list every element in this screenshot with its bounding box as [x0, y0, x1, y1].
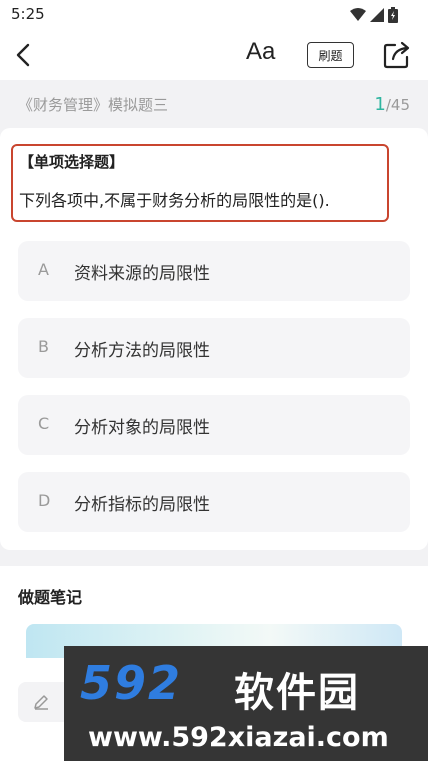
share-button[interactable] [381, 39, 413, 71]
question-progress: 1/45 [374, 94, 410, 115]
status-icons [350, 7, 398, 23]
watermark-overlay: 592 软件园 www.592xiazai.com [64, 646, 428, 761]
option-letter: C [38, 414, 50, 433]
question-type: 【单项选择题】 [19, 153, 125, 171]
option-text: 分析对象的局限性 [74, 418, 210, 438]
option-text: 分析方法的局限性 [74, 341, 210, 361]
watermark-logo: 592 [80, 656, 183, 710]
font-size-button[interactable]: Aa [246, 38, 275, 66]
option-a[interactable]: A 资料来源的局限性 [18, 241, 410, 301]
total-questions: /45 [385, 96, 410, 114]
option-letter: A [38, 260, 49, 279]
back-button[interactable] [8, 40, 38, 70]
option-letter: D [38, 491, 51, 510]
option-c[interactable]: C 分析对象的局限性 [18, 395, 410, 455]
option-b[interactable]: B 分析方法的局限性 [18, 318, 410, 378]
question-highlight-box: 【单项选择题】 下列各项中,不属于财务分析的局限性的是(). [11, 144, 389, 222]
status-time: 5:25 [11, 5, 45, 23]
chevron-left-icon [16, 43, 30, 67]
option-letter: B [38, 337, 49, 356]
top-toolbar: Aa 刷题 [0, 30, 428, 80]
notes-title: 做题笔记 [18, 588, 83, 607]
option-text: 分析指标的局限性 [74, 495, 210, 515]
drill-mode-button[interactable]: 刷题 [307, 42, 354, 68]
exam-title: 《财务管理》模拟题三 [18, 96, 169, 114]
option-text: 资料来源的局限性 [74, 264, 210, 284]
current-question-number: 1 [374, 94, 386, 115]
option-d[interactable]: D 分析指标的局限性 [18, 472, 410, 532]
signal-icon [370, 8, 384, 22]
question-text: 下列各项中,不属于财务分析的局限性的是(). [19, 191, 330, 210]
watermark-url: www.592xiazai.com [88, 722, 389, 753]
question-card: 【单项选择题】 下列各项中,不属于财务分析的局限性的是(). A 资料来源的局限… [0, 128, 428, 550]
exam-header: 《财务管理》模拟题三 1/45 [0, 80, 428, 128]
pencil-icon [34, 695, 48, 710]
battery-icon [388, 7, 398, 23]
share-icon [383, 41, 410, 69]
wifi-icon [350, 8, 366, 21]
status-bar: 5:25 [0, 0, 428, 30]
watermark-name: 软件园 [234, 670, 360, 716]
